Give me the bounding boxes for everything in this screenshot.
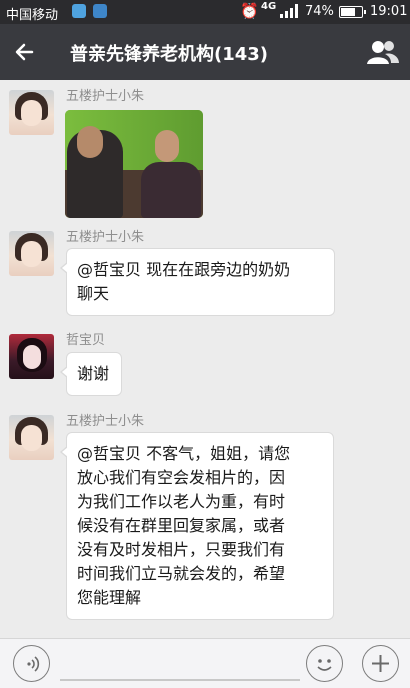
group-chat-title: 普亲先锋养老机构(143) xyxy=(70,44,269,65)
battery-icon xyxy=(339,6,366,18)
avatar-face xyxy=(23,345,41,369)
message-line: 聊天 xyxy=(77,284,110,303)
message-line: 谢谢 xyxy=(77,364,110,383)
message-item: 五楼护士小朱 @哲宝贝 现在在跟旁边的奶奶 聊天 xyxy=(0,226,410,318)
battery-percent: 74% xyxy=(305,4,334,19)
avatar[interactable] xyxy=(9,90,54,135)
message-item: 五楼护士小朱 xyxy=(0,85,410,225)
input-bar xyxy=(0,638,410,688)
status-bar: 中国移动 ⏰ 4G 74% 19:01 xyxy=(0,0,410,24)
avatar[interactable] xyxy=(9,415,54,460)
emoji-glyph xyxy=(317,659,332,671)
avatar[interactable] xyxy=(9,231,54,276)
message-line: 没有及时发相片，只要我们有 xyxy=(77,540,286,559)
photo-person-2-head xyxy=(155,130,179,162)
message-line: 为我们工作以老人为重，有时 xyxy=(77,492,286,511)
chat-header: 普亲先锋养老机构(143) xyxy=(0,24,410,80)
avatar-face xyxy=(21,100,42,126)
avatar-face xyxy=(21,425,42,451)
sender-name: 五楼护士小朱 xyxy=(66,230,145,245)
message-line: 时间我们立马就会发的，希望 xyxy=(77,564,286,583)
photo-person-1-head xyxy=(77,126,103,158)
back-arrow-icon[interactable] xyxy=(10,36,42,68)
emoji-icon[interactable] xyxy=(306,645,343,682)
message-line: 您能理解 xyxy=(77,588,142,607)
sender-name: 哲宝贝 xyxy=(66,333,106,348)
message-bubble[interactable]: @哲宝贝 现在在跟旁边的奶奶 聊天 xyxy=(60,248,335,316)
message-item: 哲宝贝 谢谢 xyxy=(0,329,410,401)
plus-icon[interactable] xyxy=(362,645,399,682)
message-bubble[interactable]: @哲宝贝 不客气，姐姐，请您 放心我们有空会发相片的，因 为我们工作以老人为重，… xyxy=(60,432,334,620)
gallery-notification-icon xyxy=(93,4,107,18)
message-list[interactable]: 五楼护士小朱 五楼护士小朱 @哲宝贝 现在在跟旁边的奶奶 聊天 哲宝贝 谢谢 五… xyxy=(0,80,410,638)
shared-photo[interactable] xyxy=(65,110,203,218)
back-arrow-glyph xyxy=(15,43,34,61)
message-bubble[interactable]: 谢谢 xyxy=(60,352,122,396)
battery-fill xyxy=(341,8,356,16)
status-time: 19:01 xyxy=(370,4,408,19)
alarm-icon: ⏰ xyxy=(240,2,259,20)
message-item: 五楼护士小朱 @哲宝贝 不客气，姐姐，请您 放心我们有空会发相片的，因 为我们工… xyxy=(0,410,410,620)
voice-icon[interactable] xyxy=(13,645,50,682)
photo-person-2 xyxy=(141,162,201,218)
voice-glyph xyxy=(27,656,40,672)
message-line: 放心我们有空会发相片的，因 xyxy=(77,468,286,487)
message-notification-icon xyxy=(72,4,86,18)
group-members-icon[interactable] xyxy=(366,38,400,66)
message-input[interactable] xyxy=(60,679,300,681)
plus-glyph xyxy=(372,655,389,672)
carrier-name: 中国移动 xyxy=(6,8,59,23)
message-line: 候没有在群里回复家属，或者 xyxy=(77,516,286,535)
avatar-face xyxy=(21,241,42,267)
message-line: @哲宝贝 现在在跟旁边的奶奶 xyxy=(77,260,291,279)
message-line: @哲宝贝 不客气，姐姐，请您 xyxy=(77,444,291,463)
avatar[interactable] xyxy=(9,334,54,379)
sender-name: 五楼护士小朱 xyxy=(66,414,145,429)
signal-strength-icon xyxy=(280,4,298,18)
network-type-label: 4G xyxy=(261,1,277,12)
sender-name: 五楼护士小朱 xyxy=(66,89,145,104)
